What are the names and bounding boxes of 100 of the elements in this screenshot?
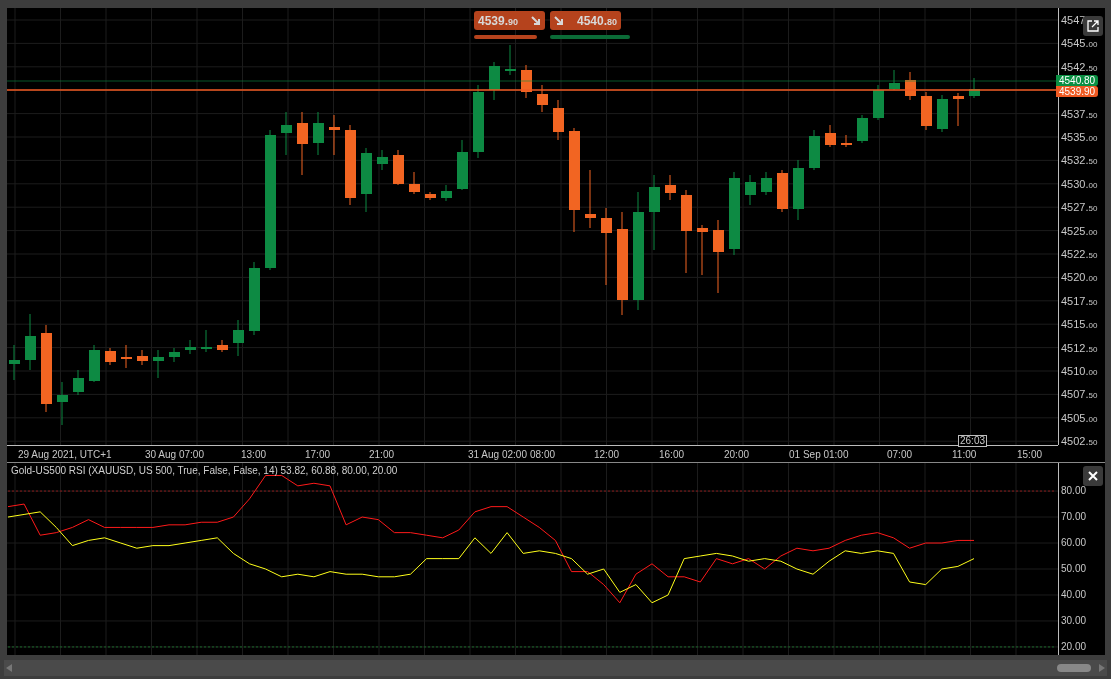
candle [377, 149, 388, 171]
candle [233, 319, 244, 357]
candle [761, 171, 772, 196]
time-label: 21:00 [369, 449, 395, 460]
candle [169, 347, 180, 363]
candle [777, 169, 788, 213]
price-label: 4527.50 [1061, 201, 1098, 216]
candle [521, 64, 532, 99]
candle [553, 99, 564, 141]
rsi-axis-label: 30.00 [1061, 614, 1087, 627]
candle [889, 69, 900, 91]
candle [921, 91, 932, 131]
rsi-axis-label: 60.00 [1061, 537, 1087, 549]
candle [953, 92, 964, 127]
price-label: 4512.50 [1061, 341, 1098, 356]
time-label: 29 Aug 2021, UTC+1 [18, 449, 112, 460]
rsi-axis-label: 20.00 [1061, 640, 1087, 653]
close-button[interactable] [1083, 466, 1103, 486]
candle [73, 369, 84, 396]
candle [329, 114, 340, 156]
price-label: 4517.50 [1061, 294, 1098, 309]
candle [793, 159, 804, 221]
candle [105, 347, 116, 366]
time-label: 17:00 [305, 449, 331, 460]
time-label: 08:00 [530, 449, 556, 460]
price-label: 4515.00 [1061, 318, 1098, 333]
candle [809, 129, 820, 171]
buy-button[interactable]: 4540.80 [550, 11, 621, 30]
expand-icon [1087, 20, 1099, 32]
price-label: 4520.00 [1061, 271, 1098, 286]
rsi-axis-label: 50.00 [1061, 563, 1087, 575]
rsi-axis-label: 40.00 [1061, 588, 1087, 601]
candle [281, 111, 292, 156]
candle [57, 381, 68, 426]
candle [137, 349, 148, 366]
candle [745, 174, 756, 206]
time-label: 07:00 [887, 449, 913, 460]
price-label: 4522.50 [1061, 248, 1098, 262]
time-label: 31 Aug 02:00 [468, 449, 527, 460]
candle [441, 184, 452, 202]
candle [937, 94, 948, 133]
close-icon [1088, 471, 1098, 481]
countdown-label: 26:03 [958, 435, 988, 447]
horizontal-scrollbar[interactable] [4, 660, 1107, 676]
candle [313, 111, 324, 156]
scroll-right-icon [1099, 664, 1105, 672]
candle [185, 339, 196, 355]
spread-bar [474, 35, 537, 39]
scroll-left-icon [6, 664, 12, 672]
candle [457, 139, 468, 191]
time-label: 11:00 [952, 449, 977, 460]
price-label: 4525.00 [1061, 224, 1098, 239]
price-label: 4505.00 [1061, 411, 1098, 426]
price-label: 4507.50 [1061, 388, 1098, 403]
candle [361, 147, 372, 213]
candle [217, 339, 228, 353]
price-label: 4535.00 [1061, 131, 1098, 145]
price-label: 4537.50 [1061, 107, 1098, 122]
expand-button[interactable] [1083, 16, 1103, 36]
candle [665, 174, 676, 201]
candle [969, 77, 980, 99]
price-label: 4547 [1061, 14, 1086, 26]
candle [697, 224, 708, 276]
time-label: 12:00 [594, 449, 620, 460]
time-label: 20:00 [724, 449, 750, 460]
candle [489, 61, 500, 101]
candle [537, 84, 548, 113]
candle [201, 329, 212, 353]
candle [9, 344, 20, 381]
candle [505, 44, 516, 76]
candle [25, 313, 36, 371]
candle [89, 344, 100, 383]
sell-button[interactable]: 4539.90 [474, 11, 545, 30]
candle [905, 71, 916, 101]
candle [585, 169, 596, 229]
candle [153, 349, 164, 379]
time-label: 13:00 [241, 449, 267, 460]
candle [393, 149, 404, 186]
scroll-thumb[interactable] [1057, 664, 1091, 672]
rsi-axis-label: 80.00 [1061, 485, 1087, 498]
candle [873, 84, 884, 121]
arrow-down-right-icon [531, 15, 541, 26]
price-label: 4502.50 [1061, 435, 1098, 450]
candle [121, 344, 132, 369]
candle [841, 134, 852, 148]
candle [297, 111, 308, 176]
candle [825, 124, 836, 148]
rsi-axis-label: 70.00 [1061, 511, 1087, 524]
price-label: 4545.00 [1061, 37, 1098, 52]
arrow-down-right-icon [554, 15, 564, 26]
price-tag: 4540.80 [1056, 75, 1099, 86]
indicator-title: Gold-US500 RSI (XAUUSD, US 500, True, False, False, 14) 53.82, 60.88, 80.00, 20.00 [11, 465, 398, 477]
price-label: 4532.50 [1061, 154, 1098, 169]
candle [857, 114, 868, 144]
candle [409, 171, 420, 195]
price-label: 4530.00 [1061, 177, 1098, 192]
candle [425, 191, 436, 201]
time-label: 16:00 [659, 449, 685, 460]
time-label: 30 Aug 07:00 [145, 449, 204, 460]
price-tag: 4539.90 [1056, 86, 1099, 97]
